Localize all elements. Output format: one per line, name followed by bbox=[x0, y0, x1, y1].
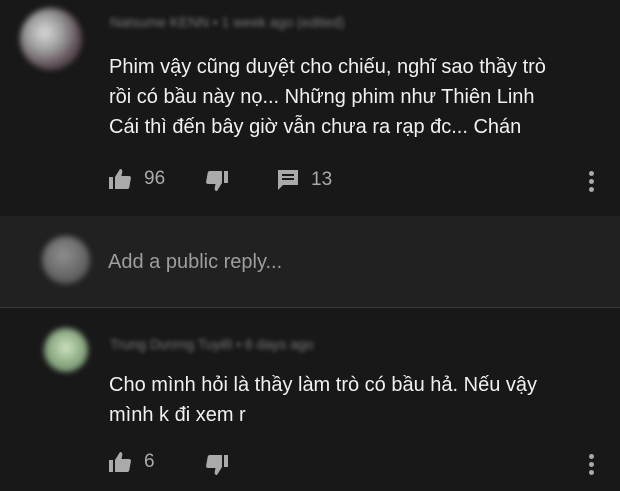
like-button[interactable]: 6 bbox=[108, 451, 155, 473]
more-options-button[interactable] bbox=[589, 171, 595, 195]
comment-author[interactable]: Natsume KENN bbox=[110, 14, 209, 30]
like-button[interactable]: 96 bbox=[108, 168, 165, 190]
comment-meta: Trung Dương Tuyết • 6 days ago bbox=[110, 336, 314, 352]
thumb-up-icon bbox=[109, 169, 131, 189]
thumb-down-icon bbox=[206, 455, 228, 475]
more-vertical-icon bbox=[589, 171, 594, 176]
like-count: 96 bbox=[144, 168, 166, 189]
reply-count: 13 bbox=[311, 169, 333, 190]
comment-timestamp: 1 week ago (edited) bbox=[221, 14, 345, 30]
avatar bbox=[42, 236, 90, 284]
comment-timestamp: 6 days ago bbox=[245, 336, 314, 352]
meta-separator: • bbox=[236, 336, 245, 352]
more-vertical-icon bbox=[589, 454, 594, 459]
like-count: 6 bbox=[144, 451, 155, 472]
avatar[interactable] bbox=[44, 328, 88, 372]
thumb-down-icon bbox=[206, 171, 228, 191]
comment-text: Phim vậy cũng duyệt cho chiếu, nghĩ sao … bbox=[109, 56, 546, 138]
comment-meta: Natsume KENN • 1 week ago (edited) bbox=[110, 14, 344, 30]
comment-icon bbox=[278, 170, 298, 190]
reply-input[interactable]: Add a public reply... bbox=[108, 251, 282, 274]
reply-count-button[interactable]: 13 bbox=[277, 169, 332, 191]
avatar[interactable] bbox=[20, 8, 82, 70]
meta-separator: • bbox=[212, 14, 222, 30]
comment-author[interactable]: Trung Dương Tuyết bbox=[110, 336, 232, 352]
comment-text: Cho mình hỏi là thầy làm trò có bầu hả. … bbox=[109, 374, 538, 426]
thumb-up-icon bbox=[109, 452, 131, 472]
more-options-button[interactable] bbox=[589, 454, 595, 478]
dislike-button[interactable] bbox=[205, 170, 229, 192]
reply-input-area[interactable] bbox=[0, 216, 620, 308]
dislike-button[interactable] bbox=[205, 454, 229, 476]
